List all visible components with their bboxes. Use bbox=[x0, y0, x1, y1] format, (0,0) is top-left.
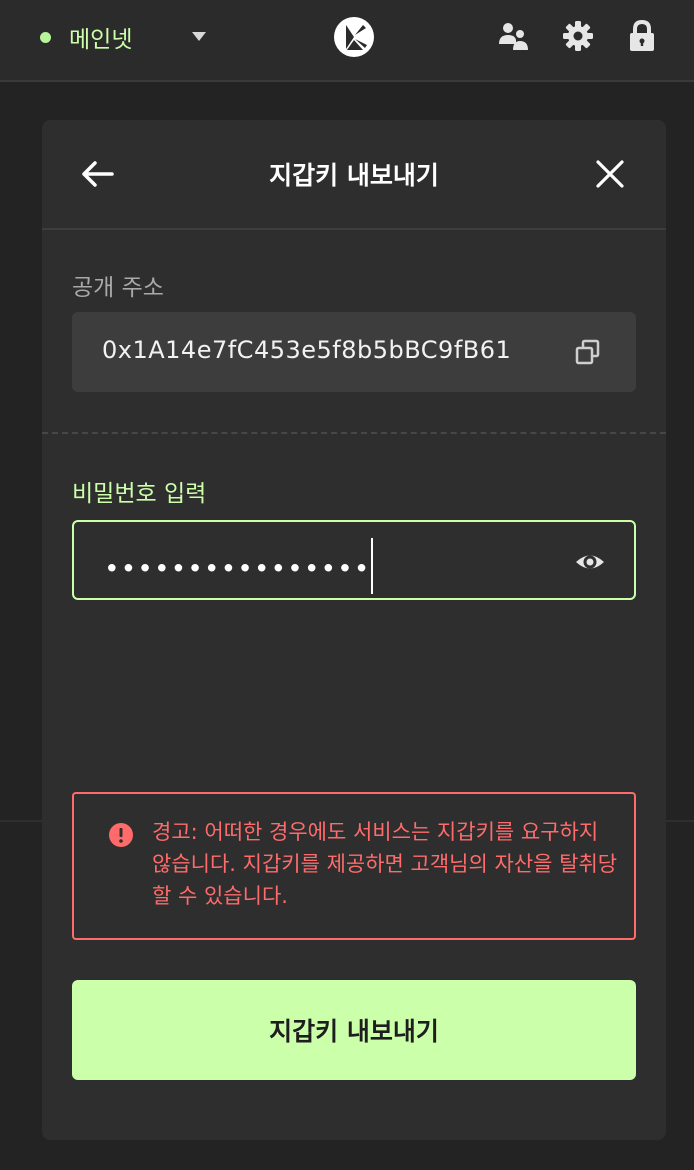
close-icon[interactable] bbox=[590, 154, 630, 194]
password-input[interactable]: •••••••••••••••• bbox=[72, 520, 636, 600]
warning-text: 경고: 어떠한 경우에도 서비스는 지갑키를 요구하지 않습니다. 지갑키를 제… bbox=[152, 820, 618, 908]
top-bar: 메인넷 bbox=[0, 0, 694, 82]
address-label: 공개 주소 bbox=[72, 275, 164, 301]
password-masked-value: •••••••••••••••• bbox=[104, 554, 371, 585]
export-key-button[interactable]: 지갑키 내보내기 bbox=[72, 980, 636, 1080]
lock-icon[interactable] bbox=[624, 18, 660, 54]
background-card-right bbox=[666, 820, 694, 1170]
eye-icon[interactable] bbox=[574, 546, 606, 578]
background-card-left bbox=[0, 820, 42, 1170]
password-label: 비밀번호 입력 bbox=[72, 481, 207, 507]
network-label: 메인넷 bbox=[69, 27, 133, 53]
export-key-panel: 지갑키 내보내기 공개 주소 0x1A14e7fC453e5f8b5bBC9fB… bbox=[42, 120, 666, 1140]
panel-header: 지갑키 내보내기 bbox=[42, 120, 666, 230]
copy-icon[interactable] bbox=[574, 338, 602, 366]
chevron-down-icon[interactable] bbox=[192, 32, 206, 41]
network-selector[interactable]: 메인넷 bbox=[40, 20, 206, 54]
kaikas-logo-icon bbox=[334, 17, 374, 57]
section-divider bbox=[42, 432, 666, 434]
address-value: 0x1A14e7fC453e5f8b5bBC9fB61 bbox=[102, 336, 512, 364]
warning-box: 경고: 어떠한 경우에도 서비스는 지갑키를 요구하지 않습니다. 지갑키를 제… bbox=[72, 792, 636, 940]
network-status-dot bbox=[40, 31, 51, 43]
gear-icon[interactable] bbox=[560, 18, 596, 54]
address-field: 0x1A14e7fC453e5f8b5bBC9fB61 bbox=[72, 312, 636, 392]
text-cursor bbox=[371, 538, 374, 594]
people-icon[interactable] bbox=[496, 18, 532, 54]
panel-title: 지갑키 내보내기 bbox=[269, 161, 439, 190]
alert-icon bbox=[109, 823, 133, 847]
